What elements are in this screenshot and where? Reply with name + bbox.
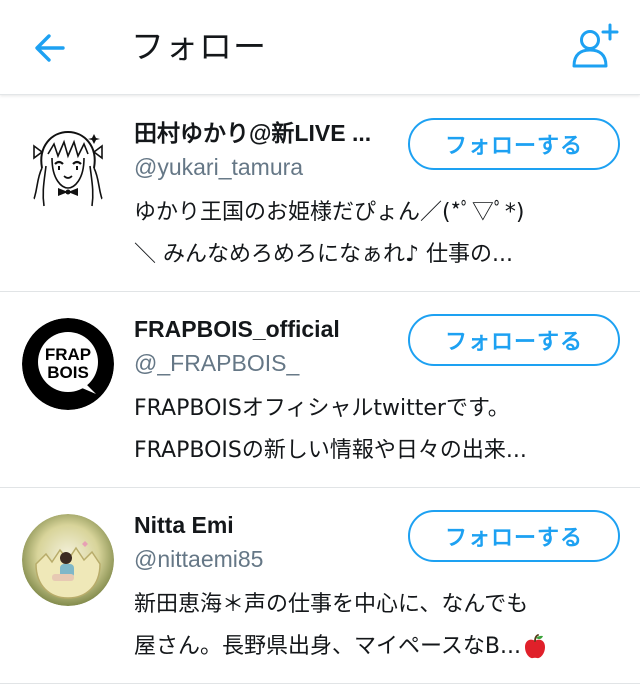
arrow-left-icon <box>35 34 65 62</box>
avatar-logo-line2: BOIS <box>47 363 89 382</box>
back-button[interactable] <box>24 22 76 74</box>
user-handle: @nittaemi85 <box>134 546 264 572</box>
add-user-icon <box>572 23 619 68</box>
avatar[interactable] <box>22 514 114 606</box>
bio-line-with-emoji: 屋さん。長野県出身、マイペースなB... <box>134 626 614 668</box>
list-item[interactable]: 田村ゆかり@新LIVE ... @yukari_tamura フォローする ゆか… <box>0 96 640 292</box>
red-apple-icon <box>524 634 545 659</box>
following-list: 田村ゆかり@新LIVE ... @yukari_tamura フォローする ゆか… <box>0 96 640 684</box>
photo-avatar <box>22 514 114 606</box>
user-bio: 新田恵海＊声の仕事を中心に、なんでも 屋さん。長野県出身、マイペースなB... <box>134 584 614 668</box>
user-bio: FRAPBOISオフィシャルtwitterです。 FRAPBOISの新しい情報や… <box>134 388 614 472</box>
frapbois-logo-avatar: FRAP BOIS <box>22 318 114 410</box>
user-bio: ゆかり王国のお姫様だぴょん／(*ﾟ▽ﾟ*) ＼ みんなめろめろになぁれ♪ 仕事の… <box>134 192 614 276</box>
user-name[interactable]: FRAPBOIS_official <box>134 314 402 344</box>
follow-button[interactable]: フォローする <box>408 510 620 562</box>
bio-line: 新田恵海＊声の仕事を中心に、なんでも <box>134 592 529 617</box>
follow-button[interactable]: フォローする <box>408 314 620 366</box>
top-app-bar: フォロー <box>0 0 640 95</box>
bio-line: ＼ みんなめろめろになぁれ♪ 仕事の... <box>134 242 514 267</box>
avatar-logo-line1: FRAP <box>45 345 91 364</box>
user-name[interactable]: 田村ゆかり@新LIVE ... <box>134 118 402 148</box>
bio-line: FRAPBOISオフィシャルtwitterです。 <box>134 396 510 421</box>
user-handle: @yukari_tamura <box>134 154 304 180</box>
user-handle: @_FRAPBOIS_ <box>134 350 300 376</box>
bio-line: ゆかり王国のお姫様だぴょん／(*ﾟ▽ﾟ*) <box>134 200 525 225</box>
anime-girl-sketch-avatar <box>22 122 114 214</box>
avatar[interactable]: FRAP BOIS <box>22 318 114 410</box>
page-title: フォロー <box>131 27 267 66</box>
avatar[interactable] <box>22 122 114 214</box>
list-item[interactable]: FRAP BOIS FRAPBOIS_official @_FRAPBOIS_ … <box>0 292 640 488</box>
bio-line: FRAPBOISの新しい情報や日々の出来... <box>134 438 527 463</box>
follow-button[interactable]: フォローする <box>408 118 620 170</box>
add-user-button[interactable] <box>566 18 626 74</box>
list-item[interactable]: Nitta Emi @nittaemi85 フォローする 新田恵海＊声の仕事を中… <box>0 488 640 684</box>
user-name[interactable]: Nitta Emi <box>134 510 402 540</box>
bio-line-text: 屋さん。長野県出身、マイペースなB... <box>134 634 521 659</box>
